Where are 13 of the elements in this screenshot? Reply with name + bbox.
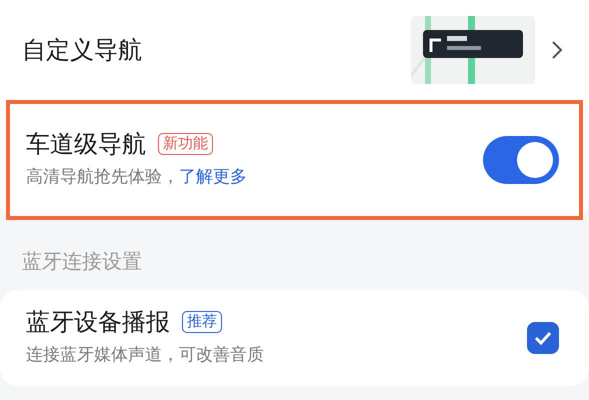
feature-tag: 新功能 <box>158 133 213 155</box>
check-icon <box>534 331 552 345</box>
chevron-right-icon <box>551 40 563 60</box>
learn-more-link[interactable]: 了解更多 <box>179 166 247 187</box>
row-title: 自定义导航 <box>22 36 143 64</box>
checkbox[interactable] <box>527 322 559 354</box>
row-title: 车道级导航 <box>26 130 146 159</box>
row-title: 蓝牙设备播报 <box>26 308 170 337</box>
row-description: 连接蓝牙媒体声道，可改善音质 <box>26 344 265 367</box>
feature-tag: 推荐 <box>182 311 222 333</box>
row-description: 高清导航抢先体验，了解更多 <box>26 166 248 189</box>
toggle-switch[interactable] <box>483 136 559 184</box>
section-header: 蓝牙连接设置 <box>21 248 143 275</box>
